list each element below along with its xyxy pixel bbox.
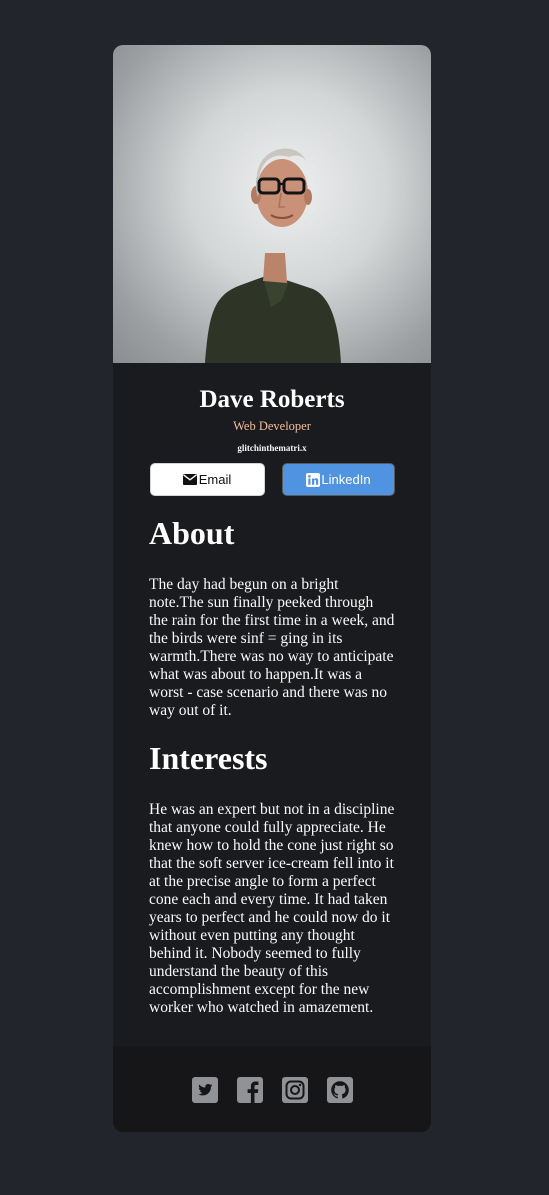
profile-name: Dave Roberts <box>199 386 345 413</box>
email-button[interactable]: Email <box>149 463 265 496</box>
about-heading: About <box>149 515 235 551</box>
twitter-icon[interactable] <box>191 1076 218 1103</box>
about-text: The day had begun on a bright note.The s… <box>149 576 395 719</box>
profile-photo <box>113 45 431 363</box>
envelope-icon <box>183 472 198 487</box>
contact-buttons: Email LinkedIn <box>149 463 395 496</box>
github-icon[interactable] <box>326 1076 353 1103</box>
interests-heading: Interests <box>149 740 268 776</box>
profile-title: Web Developer <box>233 419 311 433</box>
instagram-icon[interactable] <box>281 1076 308 1103</box>
profile-card: Dave Roberts Web Developer glitchinthema… <box>113 45 431 1132</box>
profile-website: glitchinthematri.x <box>237 443 307 453</box>
profile-content: About The day had begun on a bright note… <box>113 515 431 1017</box>
interests-text: He was an expert but not in a discipline… <box>149 801 395 1016</box>
linkedin-button[interactable]: LinkedIn <box>281 463 395 496</box>
email-button-label: Email <box>198 472 232 487</box>
social-footer <box>113 1046 431 1132</box>
facebook-icon[interactable] <box>236 1076 263 1103</box>
profile-info: Dave Roberts Web Developer glitchinthema… <box>113 363 431 496</box>
linkedin-button-label: LinkedIn <box>321 472 371 487</box>
linkedin-icon <box>305 472 320 487</box>
